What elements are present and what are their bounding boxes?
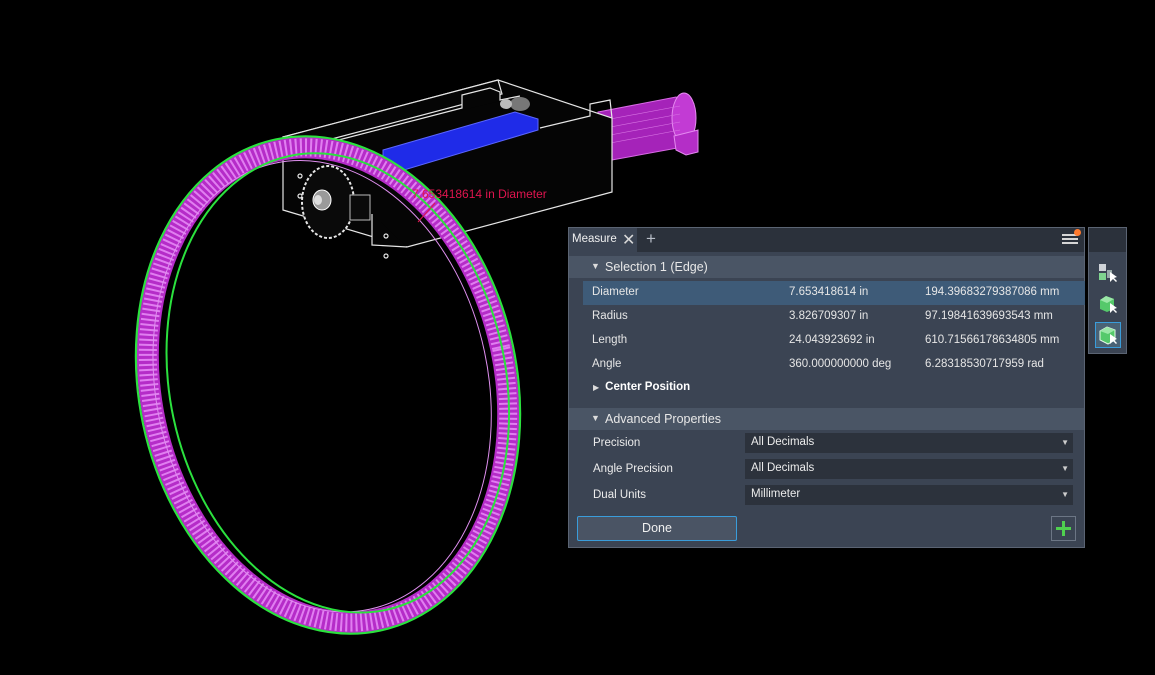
- angle-precision-select[interactable]: All Decimals ▼: [745, 459, 1073, 479]
- shaft: [597, 92, 699, 161]
- row-value-in: 7.653418614 in: [789, 286, 869, 298]
- diameter-dimension-label: 7.653418614 in Diameter: [412, 187, 547, 201]
- row-value-in: 24.043923692 in: [789, 334, 875, 346]
- dual-units-select[interactable]: Millimeter ▼: [745, 485, 1073, 505]
- row-value-mm: 194.39683279387086 mm: [925, 286, 1060, 298]
- tab-measure-label: Measure: [572, 233, 617, 245]
- row-value-in: 360.000000000 deg: [789, 358, 892, 370]
- measure-row-diameter[interactable]: Diameter 7.653418614 in 194.396832793870…: [583, 281, 1085, 305]
- measure-row-radius[interactable]: Radius 3.826709307 in 97.19841639693543 …: [583, 305, 1085, 329]
- measure-row-angle[interactable]: Angle 360.000000000 deg 6.28318530717959…: [583, 353, 1085, 377]
- panel-menu-button[interactable]: [1062, 229, 1081, 248]
- row-value-in: 3.826709307 in: [789, 310, 869, 322]
- notification-dot-icon: [1074, 229, 1081, 236]
- plus-icon: [1056, 521, 1071, 536]
- selection-filter-toolbar: [1088, 227, 1127, 354]
- tab-measure[interactable]: Measure ✕: [569, 228, 637, 252]
- row-value-mm: 610.71566178634805 mm: [925, 334, 1060, 346]
- row-label: Radius: [592, 310, 628, 322]
- measure-panel: Measure ✕ + ▼ Selection 1 (Edge) Diamete…: [568, 227, 1085, 548]
- selection-header-label: Selection 1 (Edge): [605, 260, 708, 274]
- row-label: Length: [592, 334, 628, 346]
- row-value-mm: 6.28318530717959 rad: [925, 358, 1044, 370]
- row-label: Diameter: [592, 286, 639, 298]
- chevron-down-icon: ▼: [1061, 438, 1069, 447]
- center-position-expander[interactable]: ▶ Center Position: [593, 381, 690, 393]
- row-label: Angle: [592, 358, 622, 370]
- precision-label: Precision: [593, 437, 641, 449]
- select-value: All Decimals: [751, 462, 815, 474]
- select-edge-icon: [1099, 326, 1117, 345]
- select-face-icon: [1100, 296, 1117, 313]
- select-edge-button[interactable]: [1095, 322, 1121, 348]
- dual-units-label: Dual Units: [593, 489, 647, 501]
- measure-row-length[interactable]: Length 24.043923692 in 610.7156617863480…: [583, 329, 1085, 353]
- row-value-mm: 97.19841639693543 mm: [925, 310, 1053, 322]
- chevron-down-icon: ▼: [1061, 464, 1069, 473]
- selection-section-header[interactable]: ▼ Selection 1 (Edge): [569, 256, 1084, 278]
- close-icon[interactable]: ✕: [622, 230, 635, 250]
- measure-tabbar: Measure ✕ +: [569, 228, 1084, 252]
- select-face-button[interactable]: [1095, 291, 1121, 317]
- advanced-section-header[interactable]: ▼ Advanced Properties: [569, 408, 1084, 430]
- expand-triangle-icon: ▶: [593, 383, 600, 392]
- select-value: All Decimals: [751, 436, 815, 448]
- advanced-header-label: Advanced Properties: [605, 412, 722, 426]
- select-value: Millimeter: [751, 488, 801, 500]
- center-position-label: Center Position: [605, 381, 691, 393]
- select-component-button[interactable]: [1095, 260, 1121, 286]
- toolbar-header-strip: [1089, 228, 1126, 252]
- add-measurement-button[interactable]: [1051, 516, 1076, 541]
- angle-precision-label: Angle Precision: [593, 463, 673, 475]
- precision-select[interactable]: All Decimals ▼: [745, 433, 1073, 453]
- done-button[interactable]: Done: [577, 516, 737, 541]
- chevron-down-icon: ▼: [1061, 490, 1069, 499]
- collapse-triangle-icon: ▼: [591, 261, 600, 271]
- collapse-triangle-icon: ▼: [591, 413, 600, 423]
- add-tab-icon[interactable]: +: [646, 229, 656, 249]
- select-component-icon: [1099, 264, 1117, 282]
